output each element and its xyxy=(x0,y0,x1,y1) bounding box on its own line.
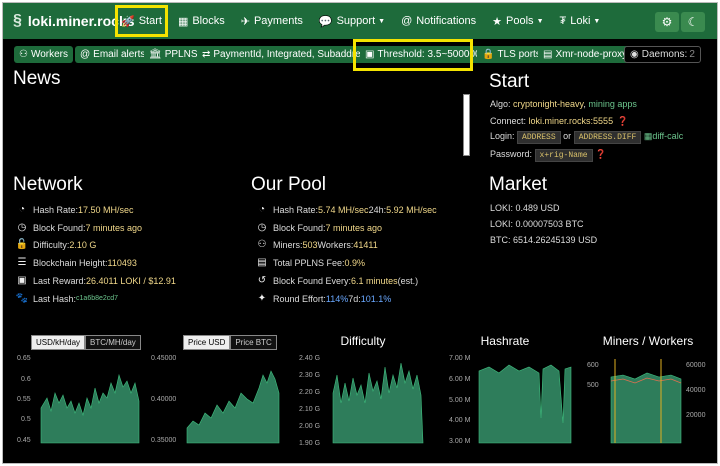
price-chart: 0.45000 0.40000 0.35000 xyxy=(151,355,280,444)
y-tick: 60000 xyxy=(686,362,706,369)
y-tick: 2.40 G xyxy=(299,355,320,362)
y-tick: 2.30 G xyxy=(299,372,320,379)
y-tick: 0.55 xyxy=(17,396,31,403)
y-tick: 0.5 xyxy=(21,416,31,423)
y-tick: 0.6 xyxy=(21,376,31,383)
y-tick: 0.40000 xyxy=(151,396,176,403)
profit-area xyxy=(40,373,140,444)
y-tick: 0.45000 xyxy=(151,355,176,362)
y-tick: 600 xyxy=(587,362,599,369)
y-tick: 2.00 G xyxy=(299,423,320,430)
charts-canvas: 0.65 0.6 0.55 0.5 0.45 0.45000 0.40000 0… xyxy=(17,355,706,447)
y-tick: 5.00 M xyxy=(449,397,471,404)
y-tick: 2.10 G xyxy=(299,406,320,413)
y-tick: 20000 xyxy=(686,412,706,419)
y-tick: 40000 xyxy=(686,387,706,394)
y-tick: 1.90 G xyxy=(299,440,320,447)
y-tick: 0.35000 xyxy=(151,437,176,444)
workers-area xyxy=(610,372,682,444)
page-frame: § loki.miner.rocks 🚀 Start ▦ Blocks ✈ Payme… xyxy=(2,2,718,464)
y-tick: 7.00 M xyxy=(449,355,471,362)
y-tick: 0.45 xyxy=(17,437,31,444)
y-tick: 0.65 xyxy=(17,355,31,362)
difficulty-chart: 2.40 G 2.30 G 2.20 G 2.10 G 2.00 G 1.90 … xyxy=(299,355,424,447)
y-tick: 3.00 M xyxy=(449,438,471,445)
y-tick: 6.00 M xyxy=(449,376,471,383)
price-area xyxy=(186,370,280,444)
miners-workers-chart: 600 500 60000 40000 20000 xyxy=(587,359,706,444)
difficulty-area xyxy=(332,362,424,444)
y-tick: 500 xyxy=(587,382,599,389)
profit-chart: 0.65 0.6 0.55 0.5 0.45 xyxy=(17,355,140,444)
y-tick: 4.00 M xyxy=(449,417,471,424)
hashrate-chart: 7.00 M 6.00 M 5.00 M 4.00 M 3.00 M xyxy=(449,355,572,445)
y-tick: 2.20 G xyxy=(299,389,320,396)
hashrate-area xyxy=(478,364,572,444)
